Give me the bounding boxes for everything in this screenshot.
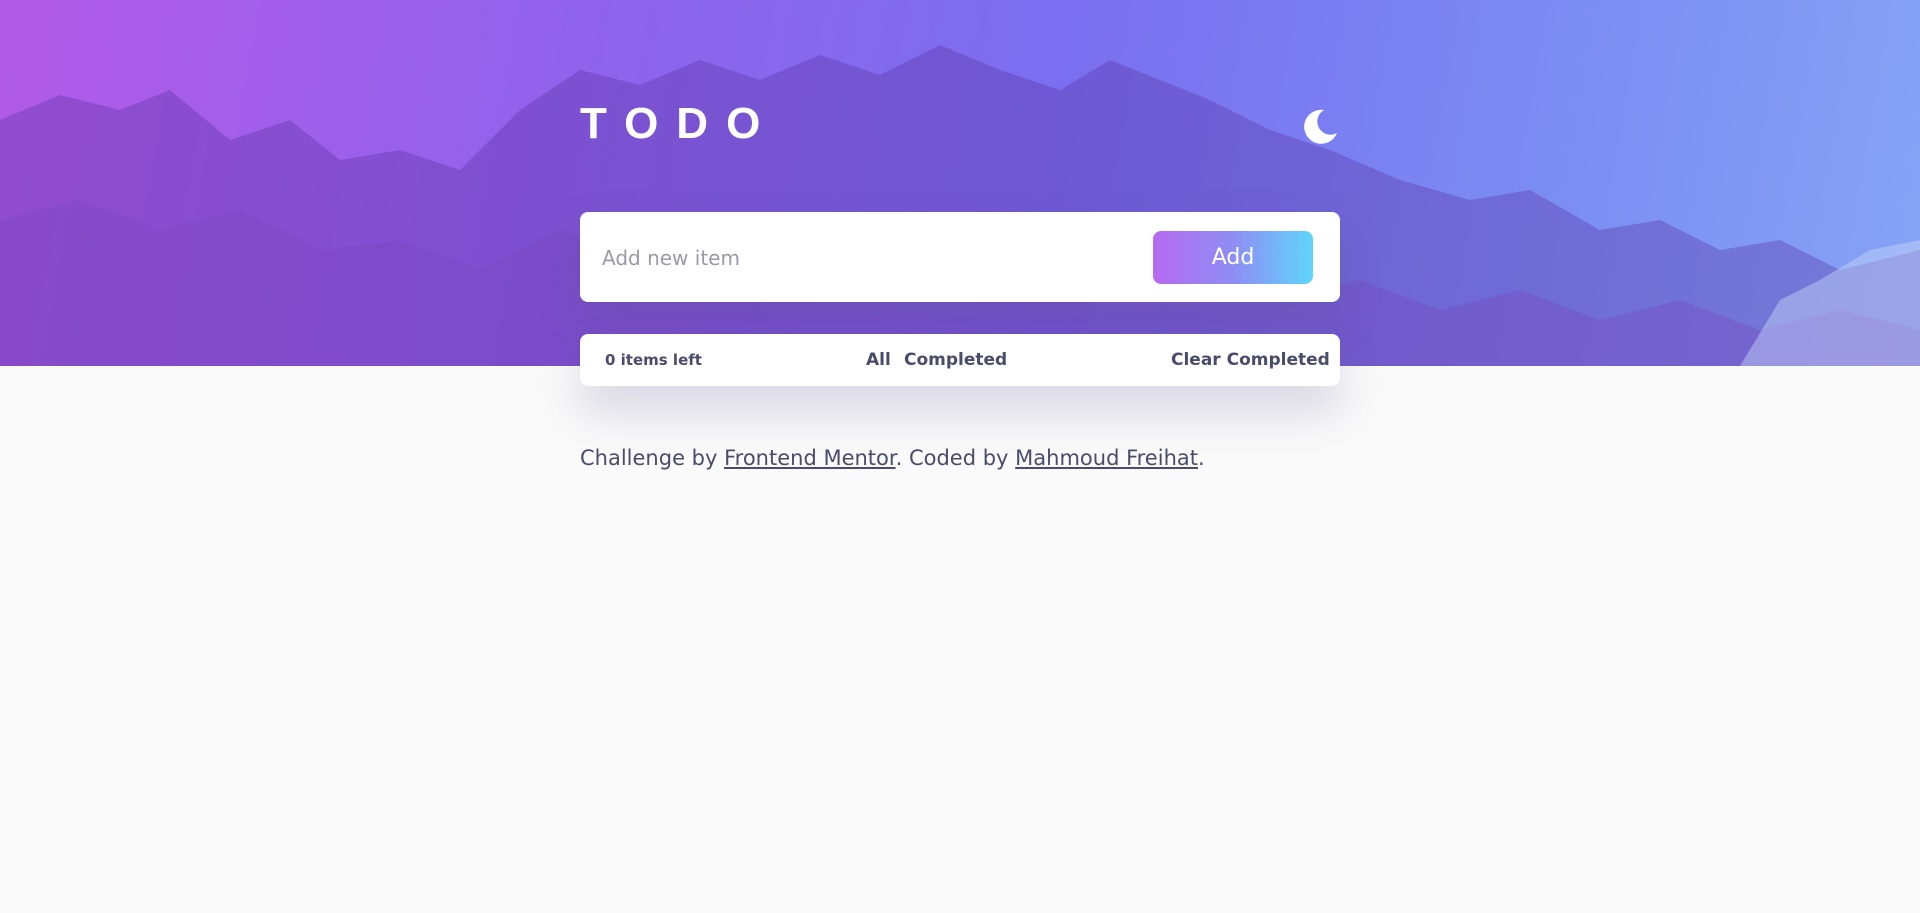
frontend-mentor-link[interactable]: Frontend Mentor — [724, 446, 896, 470]
new-item-input[interactable] — [600, 236, 1124, 280]
items-left-count: 0 items left — [605, 351, 702, 369]
attribution-middle: . Coded by — [895, 446, 1016, 470]
author-link[interactable]: Mahmoud Freihat — [1015, 446, 1198, 470]
hero-banner — [0, 0, 1920, 366]
add-button[interactable]: Add — [1153, 231, 1313, 284]
app-header: TODO — [580, 96, 1340, 156]
filter-all[interactable]: All — [866, 350, 891, 370]
app-title: TODO — [580, 99, 779, 148]
new-item-form: Add — [580, 212, 1340, 302]
clear-completed-button[interactable]: Clear Completed — [1171, 350, 1330, 370]
attribution: Challenge by Frontend Mentor. Coded by M… — [580, 446, 1205, 470]
mountains-background — [0, 45, 1920, 366]
attribution-suffix: . — [1197, 446, 1205, 470]
todo-footer: 0 items left All Completed Clear Complet… — [580, 334, 1340, 386]
filter-completed[interactable]: Completed — [904, 350, 1007, 370]
attribution-prefix: Challenge by — [580, 446, 725, 470]
moon-icon[interactable] — [1300, 106, 1340, 146]
